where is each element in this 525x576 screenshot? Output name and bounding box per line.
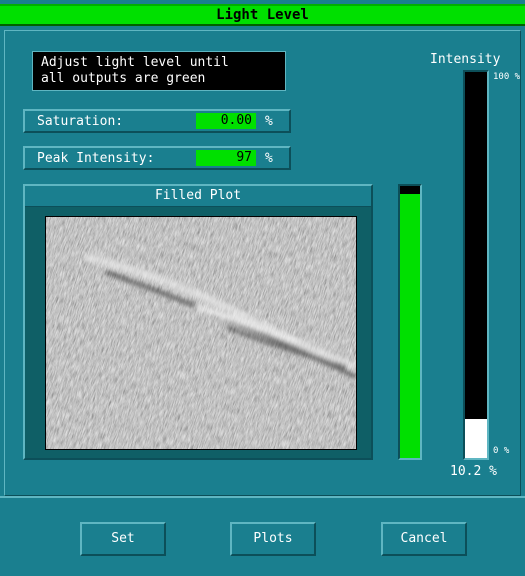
button-bar: Set Plots Cancel bbox=[0, 496, 525, 576]
intensity-bar bbox=[463, 70, 489, 460]
filled-plot-image bbox=[45, 216, 357, 450]
intensity-min-tick: 0 % bbox=[493, 446, 510, 456]
cancel-button[interactable]: Cancel bbox=[381, 522, 467, 556]
filled-plot-panel: Filled Plot bbox=[23, 184, 373, 460]
set-button[interactable]: Set bbox=[80, 522, 166, 556]
plots-button[interactable]: Plots bbox=[230, 522, 316, 556]
peak-intensity-value: 97 bbox=[196, 150, 256, 166]
intensity-fill bbox=[465, 418, 487, 458]
saturation-label: Saturation: bbox=[37, 114, 124, 129]
saturation-field: Saturation: 0.00 % bbox=[23, 109, 291, 133]
surface-texture-image bbox=[46, 217, 356, 449]
peak-intensity-label: Peak Intensity: bbox=[37, 151, 155, 166]
filled-plot-title: Filled Plot bbox=[25, 186, 371, 207]
instruction-message: Adjust light level until all outputs are… bbox=[32, 51, 286, 91]
intensity-max-tick: 100 % bbox=[493, 72, 521, 82]
saturation-unit: % bbox=[265, 114, 273, 129]
window-title: Light Level bbox=[0, 4, 525, 26]
intensity-value: 10.2 % bbox=[450, 464, 497, 479]
green-level-fill bbox=[400, 194, 420, 458]
green-level-bar bbox=[398, 184, 422, 460]
intensity-label: Intensity bbox=[430, 52, 501, 67]
peak-intensity-unit: % bbox=[265, 151, 273, 166]
saturation-value: 0.00 bbox=[196, 113, 256, 129]
peak-intensity-field: Peak Intensity: 97 % bbox=[23, 146, 291, 170]
